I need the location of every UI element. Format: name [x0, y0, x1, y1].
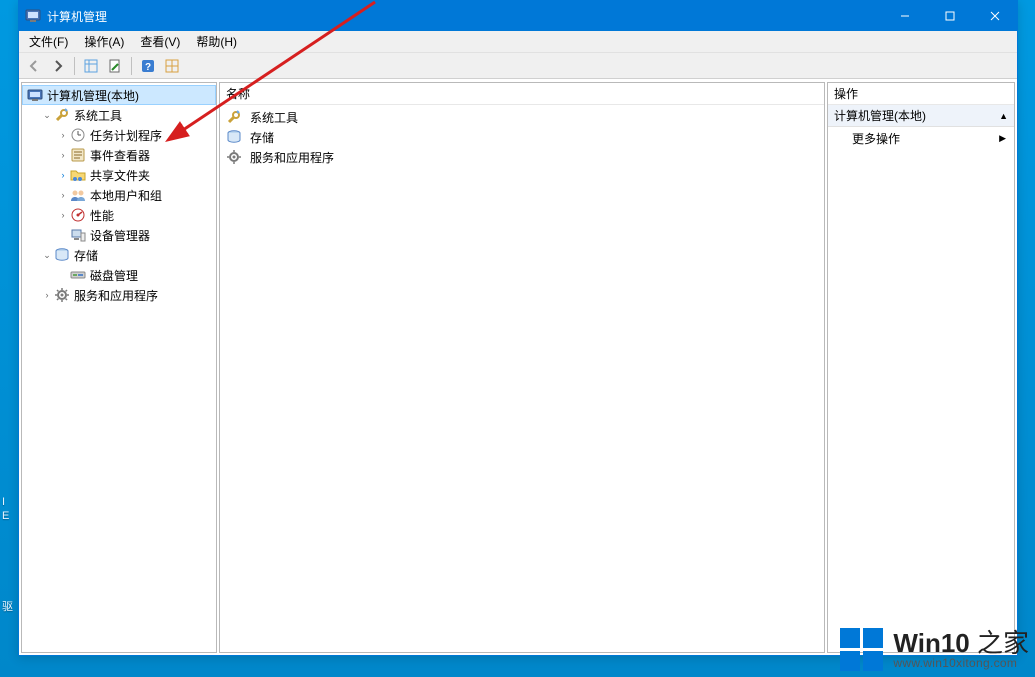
forward-button[interactable]	[47, 55, 69, 77]
collapse-icon[interactable]: ⌄	[40, 250, 54, 261]
computer-management-window: 计算机管理 文件(F) 操作(A) 查看(V) 帮助(H)	[18, 0, 1018, 656]
tools-icon	[226, 109, 242, 125]
view-button[interactable]	[161, 55, 183, 77]
expand-icon[interactable]: ›	[56, 190, 70, 200]
tree-disk-management[interactable]: 磁盘管理	[22, 265, 216, 285]
windows-logo-icon	[840, 628, 883, 671]
menubar: 文件(F) 操作(A) 查看(V) 帮助(H)	[19, 31, 1017, 53]
minimize-button[interactable]	[882, 1, 927, 31]
properties-button[interactable]	[104, 55, 126, 77]
arrow-right-icon: ▶	[999, 133, 1006, 144]
content-area: 计算机管理(本地) ⌄ 系统工具 › 任务计划程序 › 事件查看器	[19, 79, 1017, 655]
expand-icon[interactable]: ›	[56, 170, 70, 180]
menu-view[interactable]: 查看(V)	[132, 31, 188, 52]
watermark-url: www.win10xitong.com	[893, 657, 1029, 670]
performance-icon	[70, 207, 86, 223]
tools-icon	[54, 107, 70, 123]
collapse-icon[interactable]: ⌄	[40, 110, 54, 121]
tree-label: 共享文件夹	[90, 167, 150, 184]
tree-label: 本地用户和组	[90, 187, 162, 204]
disk-icon	[70, 267, 86, 283]
actions-header: 操作	[828, 83, 1014, 105]
close-button[interactable]	[972, 1, 1017, 31]
maximize-button[interactable]	[927, 1, 972, 31]
expand-icon[interactable]: ›	[56, 130, 70, 140]
tree-storage[interactable]: ⌄ 存储	[22, 245, 216, 265]
list-item-label: 系统工具	[250, 109, 298, 126]
back-button[interactable]	[23, 55, 45, 77]
tree-local-users[interactable]: › 本地用户和组	[22, 185, 216, 205]
titlebar: 计算机管理	[19, 1, 1017, 31]
tree-label: 事件查看器	[90, 147, 150, 164]
services-icon	[54, 287, 70, 303]
storage-icon	[226, 129, 242, 145]
menu-file[interactable]: 文件(F)	[21, 31, 76, 52]
watermark-suffix: 之家	[970, 628, 1029, 658]
list-item-label: 服务和应用程序	[250, 149, 334, 166]
tree-label: 服务和应用程序	[74, 287, 158, 304]
tree-shared-folders[interactable]: › 共享文件夹	[22, 165, 216, 185]
users-icon	[70, 187, 86, 203]
desktop-label: I	[2, 496, 5, 508]
watermark-brand: Win10	[893, 628, 969, 658]
shared-folder-icon	[70, 167, 86, 183]
tree-label: 磁盘管理	[90, 267, 138, 284]
tree-label: 性能	[90, 207, 114, 224]
clock-icon	[70, 127, 86, 143]
event-log-icon	[70, 147, 86, 163]
navigation-tree-pane: 计算机管理(本地) ⌄ 系统工具 › 任务计划程序 › 事件查看器	[21, 82, 217, 653]
tree-device-manager[interactable]: 设备管理器	[22, 225, 216, 245]
computer-icon	[27, 87, 43, 103]
tree-root[interactable]: 计算机管理(本地)	[22, 85, 216, 105]
column-header-name[interactable]: 名称	[220, 83, 824, 105]
actions-more[interactable]: 更多操作 ▶	[828, 127, 1014, 149]
services-icon	[226, 149, 242, 165]
tree-root-label: 计算机管理(本地)	[47, 87, 139, 104]
actions-section[interactable]: 计算机管理(本地) ▲	[828, 105, 1014, 127]
toolbar: ?	[19, 53, 1017, 79]
tree-label: 设备管理器	[90, 227, 150, 244]
device-icon	[70, 227, 86, 243]
tree-services-apps[interactable]: › 服务和应用程序	[22, 285, 216, 305]
help-button[interactable]: ?	[137, 55, 159, 77]
list-item-label: 存储	[250, 129, 274, 146]
tree-event-viewer[interactable]: › 事件查看器	[22, 145, 216, 165]
expand-icon[interactable]: ›	[56, 210, 70, 220]
expand-icon[interactable]: ›	[56, 150, 70, 160]
menu-action[interactable]: 操作(A)	[76, 31, 132, 52]
toolbar-separator	[74, 57, 75, 75]
tree-performance[interactable]: › 性能	[22, 205, 216, 225]
actions-pane: 操作 计算机管理(本地) ▲ 更多操作 ▶	[827, 82, 1015, 653]
svg-text:?: ?	[145, 62, 151, 73]
app-icon	[25, 8, 41, 24]
list-item[interactable]: 服务和应用程序	[224, 147, 820, 167]
desktop-label: 驱	[2, 598, 13, 614]
actions-more-label: 更多操作	[852, 130, 900, 147]
expand-icon[interactable]: ›	[40, 290, 54, 300]
window-title: 计算机管理	[47, 8, 882, 25]
menu-help[interactable]: 帮助(H)	[188, 31, 245, 52]
show-hide-tree-button[interactable]	[80, 55, 102, 77]
desktop-label: E	[2, 510, 9, 522]
tree-label: 系统工具	[74, 107, 122, 124]
toolbar-separator	[131, 57, 132, 75]
tree-system-tools[interactable]: ⌄ 系统工具	[22, 105, 216, 125]
tree-label: 存储	[74, 247, 98, 264]
watermark: Win10 之家 www.win10xitong.com	[840, 628, 1029, 671]
storage-icon	[54, 247, 70, 263]
tree-label: 任务计划程序	[90, 127, 162, 144]
chevron-up-icon: ▲	[999, 111, 1008, 121]
tree-task-scheduler[interactable]: › 任务计划程序	[22, 125, 216, 145]
list-item[interactable]: 存储	[224, 127, 820, 147]
detail-pane: 名称 系统工具 存储 服务和应用程序	[219, 82, 825, 653]
actions-section-label: 计算机管理(本地)	[834, 107, 926, 124]
list-item[interactable]: 系统工具	[224, 107, 820, 127]
